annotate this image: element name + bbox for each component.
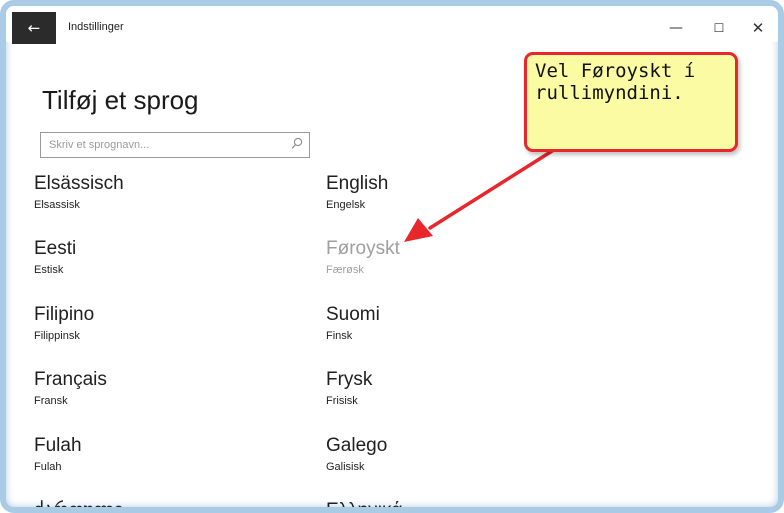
language-localized-name: Fransk xyxy=(34,395,68,407)
callout-line-1: Vel Føroyskt í xyxy=(535,60,696,82)
language-localized-name: Fulah xyxy=(34,461,62,473)
language-item-suomi[interactable]: Suomi Finsk xyxy=(326,304,586,343)
minimize-icon: — xyxy=(669,20,683,36)
language-name: English xyxy=(326,173,389,194)
language-name: Føroyskt xyxy=(326,238,400,259)
page-title: Tilføj et sprog xyxy=(42,85,199,116)
language-item-frysk[interactable]: Frysk Frisisk xyxy=(326,369,586,408)
maximize-button[interactable]: ☐ xyxy=(704,16,734,40)
search-icon[interactable] xyxy=(291,137,303,151)
language-name: Elsässisch xyxy=(34,173,124,194)
annotation-callout: Vel Føroyskt í rullimyndini. xyxy=(524,52,738,152)
language-item-fulah[interactable]: Fulah Fulah xyxy=(34,435,294,474)
language-item-greek[interactable]: Ελληνικά xyxy=(326,500,586,513)
window-title: Indstillinger xyxy=(68,21,124,33)
language-search-input[interactable] xyxy=(49,136,279,154)
language-name: Français xyxy=(34,369,107,390)
title-bar: ← Indstillinger — ☐ ✕ xyxy=(6,6,778,44)
callout-line-2: rullimyndini. xyxy=(535,82,684,104)
language-name: Ελληνικά xyxy=(326,500,403,513)
language-localized-name: Galisisk xyxy=(326,461,365,473)
close-icon: ✕ xyxy=(751,19,765,37)
minimize-button[interactable]: — xyxy=(661,16,691,40)
language-item-eesti[interactable]: Eesti Estisk xyxy=(34,238,294,277)
language-item-galego[interactable]: Galego Galisisk xyxy=(326,435,586,474)
back-button[interactable]: ← xyxy=(12,12,56,44)
language-localized-name: Frisisk xyxy=(326,395,358,407)
language-name: Filipino xyxy=(34,304,95,325)
language-name: Fulah xyxy=(34,435,82,456)
language-localized-name: Færøsk xyxy=(326,264,364,276)
language-item-filipino[interactable]: Filipino Filippinsk xyxy=(34,304,294,343)
language-item-foroyskt[interactable]: Føroyskt Færøsk xyxy=(326,238,586,277)
arrow-left-icon: ← xyxy=(27,19,41,37)
language-item-elsassisch[interactable]: Elsässisch Elsassisk xyxy=(34,173,294,212)
language-name: Galego xyxy=(326,435,388,456)
language-localized-name: Engelsk xyxy=(326,199,366,211)
language-localized-name: Elsassisk xyxy=(34,199,80,211)
language-search-box[interactable] xyxy=(40,132,310,158)
language-item-english[interactable]: English Engelsk xyxy=(326,173,586,212)
language-item-georgian[interactable]: ქართული xyxy=(34,500,294,513)
close-button[interactable]: ✕ xyxy=(743,16,773,40)
maximize-icon: ☐ xyxy=(713,21,725,35)
language-name: Eesti xyxy=(34,238,77,259)
settings-window: ← Indstillinger — ☐ ✕ Tilføj et sprog El… xyxy=(0,0,784,513)
language-name: ქართული xyxy=(34,500,124,513)
language-localized-name: Filippinsk xyxy=(34,330,80,342)
language-item-francais[interactable]: Français Fransk xyxy=(34,369,294,408)
language-localized-name: Estisk xyxy=(34,264,64,276)
language-name: Suomi xyxy=(326,304,380,325)
language-localized-name: Finsk xyxy=(326,330,353,342)
language-name: Frysk xyxy=(326,369,373,390)
